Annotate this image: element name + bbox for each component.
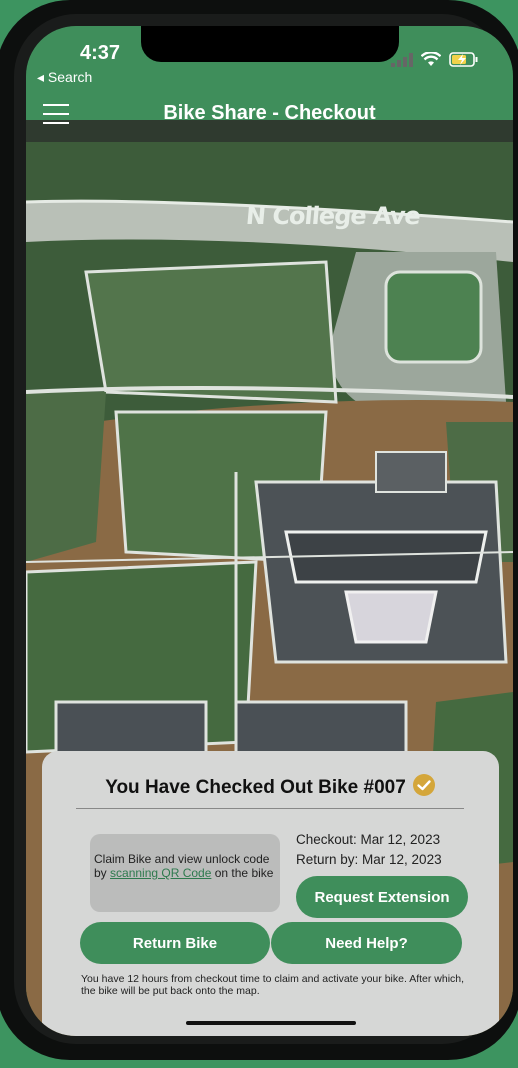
notch (141, 26, 399, 62)
checkout-title-text: You Have Checked Out Bike #007 (105, 777, 406, 798)
checkout-title: You Have Checked Out Bike #007 (42, 773, 499, 799)
back-to-search-link[interactable]: ◂ Search (37, 69, 92, 86)
verified-check-icon (412, 774, 435, 796)
scan-qr-code-link[interactable]: scanning QR Code (110, 866, 211, 880)
checkout-dates: Checkout: Mar 12, 2023 Return by: Mar 12… (296, 830, 442, 870)
nav-bar: Bike Share - Checkout (26, 96, 513, 142)
checkout-sheet: You Have Checked Out Bike #007 Claim Bik… (42, 751, 499, 1036)
phone-frame: 4:37 ◂ Search Bike Share - Checkout N Co… (0, 0, 518, 1068)
signal-icon (391, 52, 413, 67)
battery-charging-icon (449, 52, 478, 67)
claim-text-after: on the bike (211, 866, 274, 880)
page-title: Bike Share - Checkout (163, 102, 376, 124)
claim-time-notice: You have 12 hours from checkout time to … (81, 973, 465, 997)
status-time: 4:37 (80, 42, 121, 64)
need-help-button[interactable]: Need Help? (271, 922, 462, 964)
checkout-date: Checkout: Mar 12, 2023 (296, 832, 441, 847)
request-extension-button[interactable]: Request Extension (296, 876, 468, 918)
claim-instructions: Claim Bike and view unlock code by scann… (90, 834, 280, 912)
return-date: Return by: Mar 12, 2023 (296, 852, 442, 867)
wifi-icon (421, 52, 441, 66)
map-street-label: N College Ave (244, 202, 421, 230)
screen: 4:37 ◂ Search Bike Share - Checkout N Co… (26, 26, 513, 1036)
divider (76, 808, 464, 809)
return-bike-button[interactable]: Return Bike (80, 922, 270, 964)
status-icons (391, 52, 479, 67)
home-indicator[interactable] (186, 1021, 356, 1025)
